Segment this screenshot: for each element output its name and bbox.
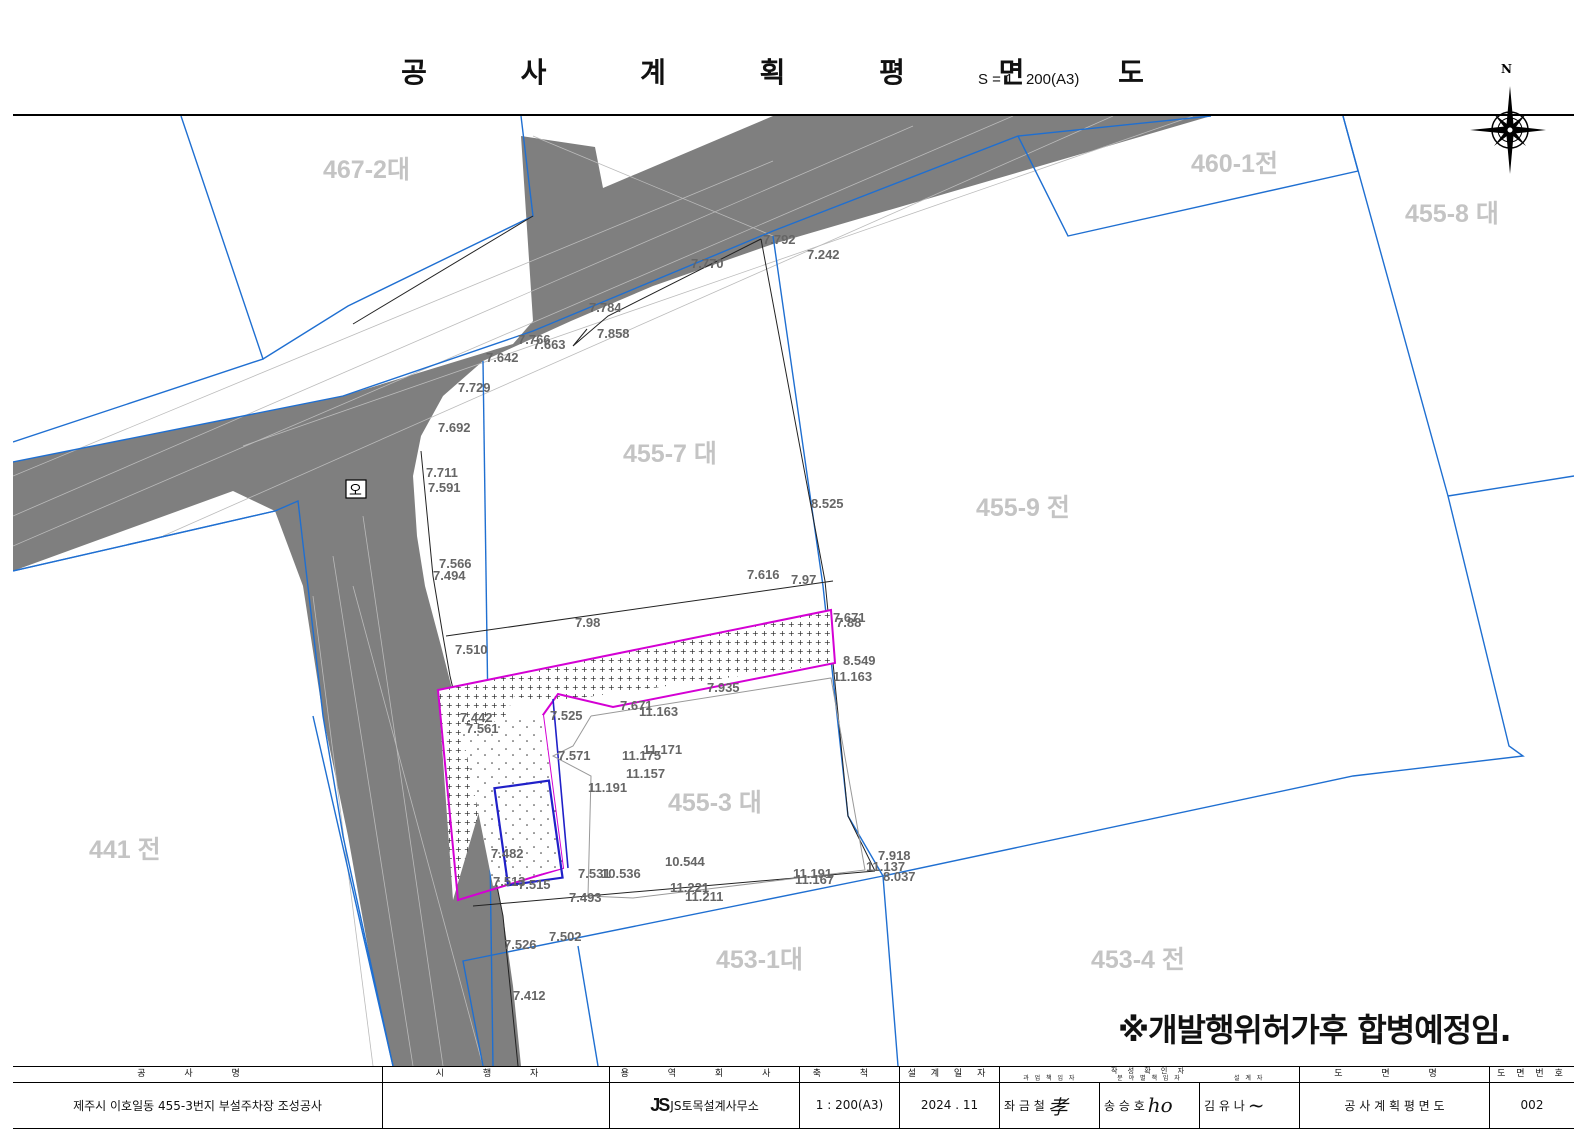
elevation-label: 7.88 xyxy=(836,615,861,630)
design-date: 2024 . 11 xyxy=(900,1082,1000,1128)
elevation-label: 7.858 xyxy=(597,326,630,341)
elevation-label: 7.515 xyxy=(518,877,551,892)
title-area: 공 사 계 획 평 면 도 xyxy=(13,13,1574,116)
elevation-label: 10.544 xyxy=(665,854,706,869)
parcel-label: 455-3 대 xyxy=(668,789,762,817)
elevation-label: 7.784 xyxy=(589,300,622,315)
north-label: N xyxy=(1501,62,1512,76)
elevation-label: 11.175 xyxy=(622,748,661,763)
svg-text:오: 오 xyxy=(349,483,362,499)
elevation-label: 7.502 xyxy=(549,929,582,944)
signer-3: 김 유 나 ~ xyxy=(1200,1082,1300,1128)
scale-value: 1 : 200(A3) xyxy=(800,1082,900,1128)
header-drawing-no: 도 면 번 호 xyxy=(1497,1069,1567,1079)
elevation-label: 7.642 xyxy=(486,350,519,365)
header-date: 설 계 일 자 xyxy=(900,1067,1000,1082)
elevation-label: 7.526 xyxy=(504,937,537,952)
elevation-label: 7.918 xyxy=(878,848,911,863)
road xyxy=(13,116,1211,1066)
north-arrow-icon: N xyxy=(1470,62,1550,182)
elevation-label: 7.711 xyxy=(426,465,458,480)
parcel-label: 453-4 전 xyxy=(1091,946,1185,974)
signer-1-name: 좌 금 철 xyxy=(1004,1098,1045,1113)
site-plan-map: + 오 467-2대460-1전455-8 대455-7 대455-9 전441… xyxy=(13,116,1574,1066)
elevation-label: 7.663 xyxy=(533,337,566,352)
signer-2-name: 송 승 호 xyxy=(1104,1098,1145,1113)
elevation-label: 11.167 xyxy=(795,872,834,887)
elevation-label: 7.935 xyxy=(707,680,740,695)
elevation-label: 8.525 xyxy=(811,496,844,511)
merge-note: ※개발행위허가후 합병예정임. xyxy=(1118,1011,1512,1049)
parcel-label: 453-1대 xyxy=(716,946,803,974)
elevation-label: 7.729 xyxy=(458,380,491,395)
elevation-label: 7.494 xyxy=(433,568,466,583)
elevation-label: 7.412 xyxy=(513,988,546,1003)
elevation-label: 7.510 xyxy=(455,642,488,657)
drawing-title: 공 사 계 획 평 면 도 xyxy=(401,56,1186,89)
drawing-no: 002 xyxy=(1520,1098,1544,1112)
parcel-label: 460-1전 xyxy=(1191,150,1278,178)
elevation-label: 7.616 xyxy=(747,567,780,582)
elevation-label: 7.571 xyxy=(558,748,591,763)
elevation-label: 11.191 xyxy=(588,780,627,795)
header-project: 공 사 명 xyxy=(13,1067,383,1082)
elevation-label: 7.561 xyxy=(466,721,499,736)
company-logo: JS xyxy=(650,1094,670,1115)
executor xyxy=(383,1082,610,1128)
elevation-label: 7.482 xyxy=(491,846,524,861)
parcel-label: 455-8 대 xyxy=(1405,200,1499,228)
header-scale: 축 척 xyxy=(800,1067,900,1082)
elevation-label: 7.525 xyxy=(550,708,583,723)
parcel-label: 467-2대 xyxy=(323,156,410,184)
header-signers-title: 작 성 확 인 자 xyxy=(1110,1067,1189,1075)
company: JS JS토목설계사무소 xyxy=(610,1082,800,1128)
elevation-label: 7.692 xyxy=(438,420,471,435)
parcel-label: 441 전 xyxy=(89,836,161,864)
signature-icon: ~ xyxy=(1247,1093,1265,1117)
header-company: 용 역 회 사 xyxy=(610,1067,800,1082)
elevation-label: 8.549 xyxy=(843,653,876,668)
signer-2: 송 승 호 ho xyxy=(1100,1082,1200,1128)
signature-icon: ho xyxy=(1147,1093,1173,1117)
elevation-label: 7.98 xyxy=(575,615,600,630)
signer-1: 좌 금 철孝 xyxy=(1000,1082,1100,1128)
elevation-label: 11.211 xyxy=(685,889,723,904)
signature-icon: 孝 xyxy=(1047,1094,1068,1119)
drawing-name: 공 사 계 획 평 면 도 xyxy=(1300,1082,1490,1128)
elevation-label: 11.163 xyxy=(639,704,678,719)
header-signers: 작 성 확 인 자 과 업 책 임 자 분 야 별 책 임 자 설 계 자 xyxy=(1000,1067,1300,1082)
scale-text: S = 1 : 200(A3) xyxy=(978,71,1080,88)
elevation-label: 7.493 xyxy=(569,890,602,905)
parcel-boundaries xyxy=(13,116,1574,1066)
signer-3-name: 김 유 나 xyxy=(1204,1098,1245,1113)
elevation-label: 7.97 xyxy=(791,572,816,587)
elevation-label: 7.792 xyxy=(763,232,796,247)
elevation-label: 7.242 xyxy=(807,247,840,262)
elevation-label: 11.163 xyxy=(833,669,872,684)
project-name: 제주시 이호일동 455-3번지 부설주차장 조성공사 xyxy=(13,1082,383,1128)
header-drawing-name: 도 면 명 xyxy=(1300,1067,1490,1082)
elevation-label: 7.770 xyxy=(691,256,724,271)
company-name: JS토목설계사무소 xyxy=(670,1098,759,1113)
facility-marker: 오 xyxy=(345,479,367,499)
elevation-label: 10.536 xyxy=(601,866,641,881)
elevation-label: 8.037 xyxy=(883,869,916,884)
elevation-label: 11.157 xyxy=(626,766,665,781)
elevation-label: 7.591 xyxy=(428,480,461,495)
parcel-label: 455-7 대 xyxy=(623,440,717,468)
header-executor: 시 행 자 xyxy=(383,1067,610,1082)
parcel-label: 455-9 전 xyxy=(976,494,1070,522)
